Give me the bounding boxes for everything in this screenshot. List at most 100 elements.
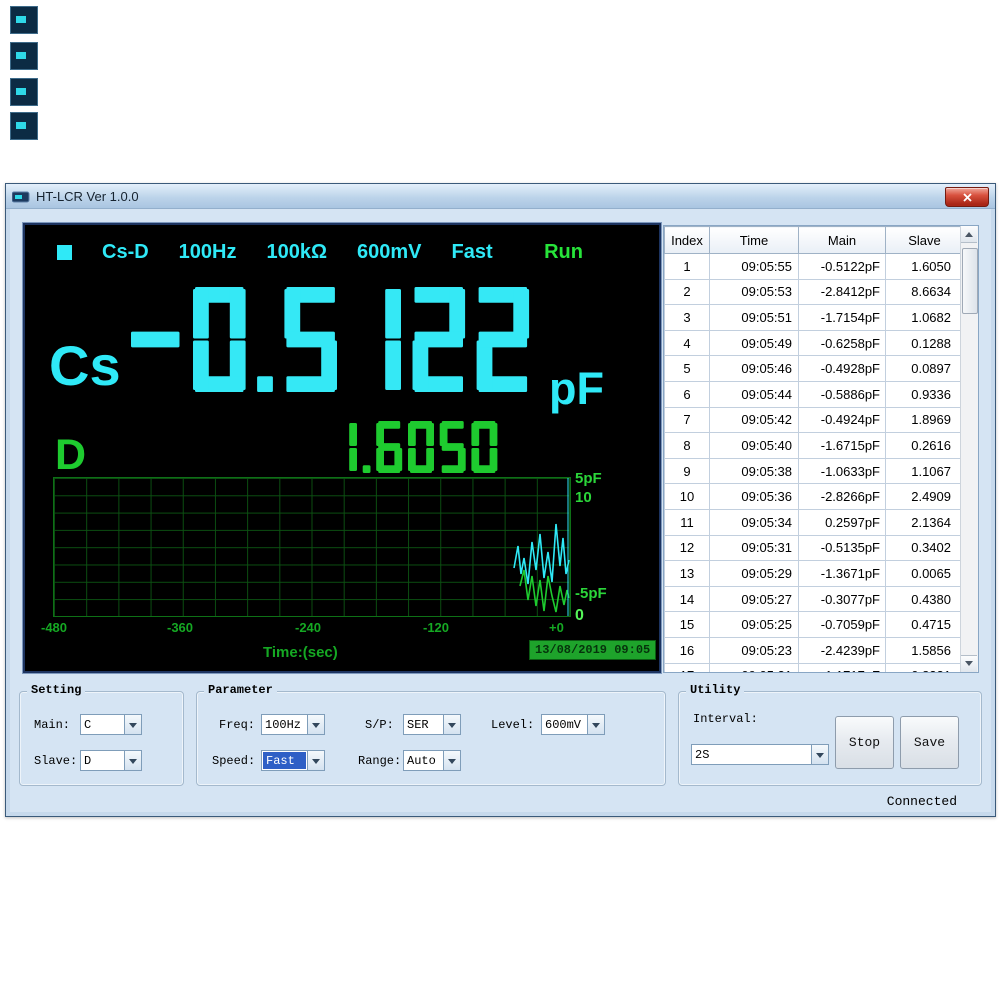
table-cell: 09:05:27 — [710, 586, 799, 612]
table-cell: 0.2597pF — [799, 509, 886, 535]
table-row[interactable]: 1109:05:340.2597pF2.1364 — [665, 509, 964, 535]
table-row[interactable]: 509:05:46-0.4928pF0.0897 — [665, 356, 964, 382]
status-range: 100kΩ — [266, 241, 327, 264]
table-row[interactable]: 709:05:42-0.4924pF1.8969 — [665, 407, 964, 433]
level-select[interactable]: 600mV — [541, 714, 605, 735]
table-cell: 9 — [665, 458, 710, 484]
table-cell: 2.4909 — [886, 484, 964, 510]
page-thumbnail[interactable] — [10, 6, 38, 34]
dropdown-arrow-icon[interactable] — [124, 715, 141, 734]
table-cell: 09:05:36 — [710, 484, 799, 510]
range-select-label: Range: — [358, 754, 401, 768]
stop-button[interactable]: Stop — [835, 716, 894, 769]
table-cell: 1.0682 — [886, 305, 964, 331]
table-cell: -0.5886pF — [799, 381, 886, 407]
main-unit-label: pF — [549, 363, 604, 415]
table-cell: 09:05:42 — [710, 407, 799, 433]
table-row[interactable]: 109:05:55-0.5122pF1.6050 — [665, 254, 964, 280]
app-icon — [12, 190, 30, 202]
table-cell: 0.2616 — [886, 433, 964, 459]
dropdown-arrow-icon[interactable] — [307, 751, 324, 770]
table-cell: 0.9336 — [886, 381, 964, 407]
table-cell: -0.5122pF — [799, 254, 886, 280]
table-body: 109:05:55-0.5122pF1.6050209:05:53-2.8412… — [665, 254, 964, 674]
table-row[interactable]: 1209:05:31-0.5135pF0.3402 — [665, 535, 964, 561]
table-cell: 1.5856 — [886, 637, 964, 663]
utility-group: Utility Interval: 2S Stop Save — [678, 691, 982, 786]
interval-select-label: Interval: — [693, 712, 758, 726]
table-row[interactable]: 1309:05:29-1.3671pF0.0065 — [665, 561, 964, 587]
speed-select[interactable]: Fast — [261, 750, 325, 771]
table-cell: 09:05:25 — [710, 612, 799, 638]
x-tick: -360 — [167, 620, 193, 635]
table-cell: 09:05:34 — [710, 509, 799, 535]
table-row[interactable]: 1609:05:23-2.4239pF1.5856 — [665, 637, 964, 663]
dropdown-arrow-icon[interactable] — [443, 715, 460, 734]
freq-select-label: Freq: — [219, 718, 255, 732]
table-cell: 09:05:31 — [710, 535, 799, 561]
table-row[interactable]: 1409:05:27-0.3077pF0.4380 — [665, 586, 964, 612]
graph-plot — [53, 477, 571, 617]
main-select-label: Main: — [34, 718, 70, 732]
table-row[interactable]: 909:05:38-1.0633pF1.1067 — [665, 458, 964, 484]
dropdown-arrow-icon[interactable] — [124, 751, 141, 770]
column-header-index: Index — [665, 227, 710, 254]
table-cell: -1.3671pF — [799, 561, 886, 587]
table-cell: 09:05:55 — [710, 254, 799, 280]
save-button[interactable]: Save — [900, 716, 959, 769]
speed-select-label: Speed: — [212, 754, 255, 768]
sp-select-value: SER — [404, 715, 443, 734]
client-area: Cs-D 100Hz 100kΩ 600mV Fast Run Cs pF D … — [10, 209, 991, 812]
table-cell: 3 — [665, 305, 710, 331]
table-cell: 09:05:46 — [710, 356, 799, 382]
table-row[interactable]: 409:05:49-0.6258pF0.1288 — [665, 330, 964, 356]
dropdown-arrow-icon[interactable] — [811, 745, 828, 764]
table-cell: 09:05:44 — [710, 381, 799, 407]
y-axis-label-bottom: -5pF — [575, 585, 607, 602]
table-cell: -1.1717pF — [799, 663, 886, 673]
table-cell: 4 — [665, 330, 710, 356]
table-cell: -2.8266pF — [799, 484, 886, 510]
table-row[interactable]: 1709:05:21-1.1717pF0.8221 — [665, 663, 964, 673]
interval-select[interactable]: 2S — [691, 744, 829, 765]
graph-traces — [54, 478, 570, 616]
range-select[interactable]: Auto — [403, 750, 461, 771]
dropdown-arrow-icon[interactable] — [443, 751, 460, 770]
freq-select[interactable]: 100Hz — [261, 714, 325, 735]
table-row[interactable]: 1009:05:36-2.8266pF2.4909 — [665, 484, 964, 510]
scroll-down-icon[interactable] — [961, 655, 977, 672]
table-cell: 0.0065 — [886, 561, 964, 587]
main-select[interactable]: C — [80, 714, 142, 735]
level-select-value: 600mV — [542, 715, 587, 734]
sp-select[interactable]: SER — [403, 714, 461, 735]
table-row[interactable]: 609:05:44-0.5886pF0.9336 — [665, 381, 964, 407]
table-cell: 09:05:53 — [710, 279, 799, 305]
table-row[interactable]: 309:05:51-1.7154pF1.0682 — [665, 305, 964, 331]
table-scrollbar[interactable] — [960, 226, 978, 672]
dropdown-arrow-icon[interactable] — [307, 715, 324, 734]
setting-group-label: Setting — [27, 683, 85, 697]
page-thumbnail[interactable] — [10, 78, 38, 106]
table-row[interactable]: 1509:05:25-0.7059pF0.4715 — [665, 612, 964, 638]
table-cell: 2 — [665, 279, 710, 305]
table-cell: 7 — [665, 407, 710, 433]
scroll-up-icon[interactable] — [961, 226, 977, 243]
table-cell: 8.6634 — [886, 279, 964, 305]
table-cell: -0.3077pF — [799, 586, 886, 612]
slave-select[interactable]: D — [80, 750, 142, 771]
table-cell: 16 — [665, 637, 710, 663]
setting-group: Setting Main: C Slave: D — [19, 691, 184, 786]
status-mode: Cs-D — [102, 241, 149, 264]
page-thumbnail[interactable] — [10, 42, 38, 70]
table-cell: 1.8969 — [886, 407, 964, 433]
dropdown-arrow-icon[interactable] — [587, 715, 604, 734]
table-row[interactable]: 809:05:40-1.6715pF0.2616 — [665, 433, 964, 459]
x-axis-title: Time:(sec) — [263, 644, 338, 661]
column-header-time: Time — [710, 227, 799, 254]
title-bar[interactable]: HT-LCR Ver 1.0.0 — [6, 184, 995, 209]
page-thumbnail[interactable] — [10, 112, 38, 140]
scrollbar-thumb[interactable] — [962, 248, 978, 314]
main-parameter-label: Cs — [49, 333, 121, 398]
table-row[interactable]: 209:05:53-2.8412pF8.6634 — [665, 279, 964, 305]
close-button[interactable] — [945, 187, 989, 207]
